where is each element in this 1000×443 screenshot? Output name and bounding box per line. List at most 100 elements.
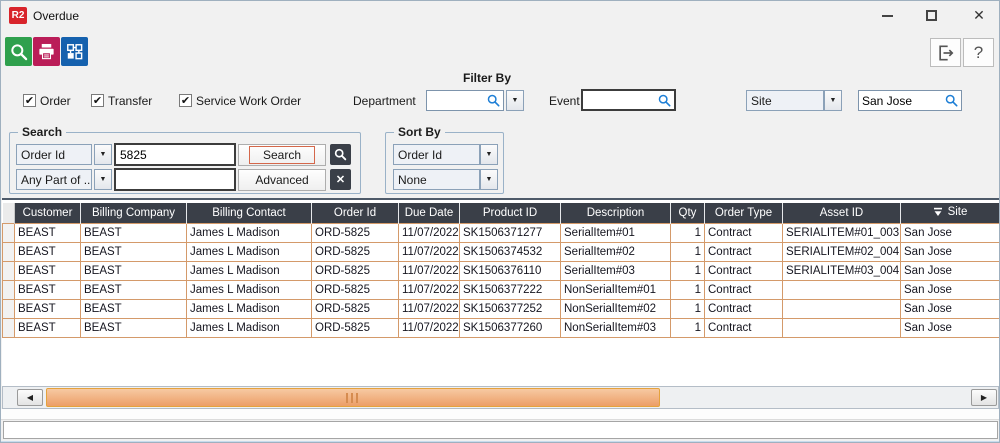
grid-row[interactable]: BEAST BEAST James L Madison ORD-5825 11/…: [3, 280, 1000, 299]
grid-header-billing-company[interactable]: Billing Company: [81, 203, 187, 223]
help-icon: ?: [974, 43, 983, 63]
search-value-input-2[interactable]: [114, 168, 236, 191]
grid-header-billing-contact[interactable]: Billing Contact: [187, 203, 312, 223]
site-dropdown-value: Site: [746, 90, 824, 111]
search-button[interactable]: Search: [238, 144, 326, 166]
grid-header-description[interactable]: Description: [561, 203, 671, 223]
minimize-icon: [882, 15, 893, 17]
service-work-order-checkbox[interactable]: ✔: [179, 94, 192, 107]
chevron-down-icon: ▼: [512, 97, 519, 104]
grid-header-customer[interactable]: Customer: [15, 203, 81, 223]
grid-header-product-id[interactable]: Product ID: [460, 203, 561, 223]
grid-header-asset-id[interactable]: Asset ID: [783, 203, 901, 223]
check-icon: ✔: [25, 96, 34, 106]
sortby-groupbox: Sort By Order Id ▼ None ▼: [385, 132, 504, 194]
scroll-left-button[interactable]: ◀: [17, 389, 43, 406]
search-icon: [945, 94, 958, 107]
search-value-input-1[interactable]: [114, 143, 236, 166]
sort-primary-value: Order Id: [393, 144, 480, 165]
search-field-selector-1-value: Order Id: [16, 144, 92, 165]
site-search-input[interactable]: [862, 94, 945, 108]
exit-icon: [936, 43, 956, 63]
sort-secondary-value: None: [393, 169, 480, 190]
department-label: Department: [353, 93, 416, 109]
search-field-selector-2-button[interactable]: ▼: [94, 169, 112, 190]
search-icon: [487, 94, 500, 107]
sort-primary-dropdown[interactable]: Order Id ▼: [393, 144, 498, 165]
print-tool-button[interactable]: [33, 37, 60, 66]
maximize-icon: [926, 10, 937, 21]
department-field[interactable]: [426, 90, 504, 111]
titlebar: R2 Overdue ✕: [1, 1, 1000, 30]
sortby-groupbox-legend: Sort By: [394, 125, 445, 139]
grid-row[interactable]: BEAST BEAST James L Madison ORD-5825 11/…: [3, 223, 1000, 242]
sort-secondary-dropdown[interactable]: None ▼: [393, 169, 498, 190]
grid-header-row: Customer Billing Company Billing Contact…: [3, 203, 1000, 223]
grid-header-due-date[interactable]: Due Date: [399, 203, 460, 223]
search-icon: [658, 94, 671, 107]
search-groupbox: Search Order Id ▼ Search Any Part of ...…: [9, 132, 361, 194]
scroll-left-icon: ◀: [27, 393, 33, 402]
app-logo-icon: R2: [9, 7, 27, 24]
workflow-icon: [65, 42, 84, 61]
event-field[interactable]: [581, 89, 676, 111]
quick-search-button[interactable]: [330, 144, 351, 165]
search-field-selector-1[interactable]: Order Id ▼: [16, 144, 112, 165]
event-label: Event: [549, 93, 580, 109]
grid-header-qty[interactable]: Qty: [671, 203, 705, 223]
transfer-checkbox-label[interactable]: Transfer: [108, 93, 152, 109]
minimize-button[interactable]: [872, 3, 902, 28]
advanced-button-label: Advanced: [255, 173, 308, 187]
grid-row[interactable]: BEAST BEAST James L Madison ORD-5825 11/…: [3, 242, 1000, 261]
site-search-field[interactable]: [858, 90, 962, 111]
site-dropdown[interactable]: Site ▼: [746, 90, 842, 111]
grid-header-order-id[interactable]: Order Id: [312, 203, 399, 223]
scrollbar-thumb[interactable]: [46, 388, 660, 407]
site-dropdown-button[interactable]: ▼: [824, 90, 842, 111]
search-groupbox-legend: Search: [18, 125, 66, 139]
event-input[interactable]: [586, 93, 658, 107]
search-field-selector-1-button[interactable]: ▼: [94, 144, 112, 165]
status-message-bar: [3, 421, 998, 439]
close-button[interactable]: ✕: [964, 3, 994, 28]
results-grid: Customer Billing Company Billing Contact…: [2, 198, 999, 386]
sort-secondary-button[interactable]: ▼: [480, 169, 498, 190]
printer-icon: [37, 42, 56, 61]
grid-header-selector: [3, 203, 15, 223]
chevron-down-icon: ▼: [486, 176, 493, 183]
service-work-order-checkbox-label[interactable]: Service Work Order: [196, 93, 301, 109]
scroll-right-icon: ▶: [981, 393, 987, 402]
chevron-down-icon: ▼: [100, 151, 107, 158]
chevron-down-icon: ▼: [830, 97, 837, 104]
workflow-tool-button[interactable]: [61, 37, 88, 66]
scroll-right-button[interactable]: ▶: [971, 389, 997, 406]
order-checkbox[interactable]: ✔: [23, 94, 36, 107]
status-strip: [1, 409, 1000, 420]
horizontal-scrollbar[interactable]: ◀ ▶: [2, 386, 999, 409]
check-icon: ✔: [93, 96, 102, 106]
department-dropdown-button[interactable]: ▼: [506, 90, 524, 111]
search-tool-button[interactable]: [5, 37, 32, 66]
transfer-checkbox[interactable]: ✔: [91, 94, 104, 107]
maximize-button[interactable]: [916, 3, 946, 28]
search-field-selector-2-value: Any Part of ...: [16, 169, 92, 190]
grid-row[interactable]: BEAST BEAST James L Madison ORD-5825 11/…: [3, 261, 1000, 280]
sort-descending-icon: [933, 207, 943, 217]
chevron-down-icon: ▼: [486, 151, 493, 158]
scrollbar-grip-icon: [346, 393, 360, 403]
order-checkbox-label[interactable]: Order: [40, 93, 71, 109]
help-button[interactable]: ?: [963, 38, 994, 67]
sort-primary-button[interactable]: ▼: [480, 144, 498, 165]
clear-search-button[interactable]: ✕: [330, 169, 351, 190]
grid-row[interactable]: BEAST BEAST James L Madison ORD-5825 11/…: [3, 299, 1000, 318]
close-icon: ✕: [973, 7, 985, 24]
grid-header-order-type[interactable]: Order Type: [705, 203, 783, 223]
grid-header-site[interactable]: Site: [901, 203, 1000, 223]
filter-by-label: Filter By: [463, 71, 511, 85]
exit-button[interactable]: [930, 38, 961, 67]
grid-row[interactable]: BEAST BEAST James L Madison ORD-5825 11/…: [3, 318, 1000, 337]
advanced-button[interactable]: Advanced: [238, 169, 326, 191]
search-field-selector-2[interactable]: Any Part of ... ▼: [16, 169, 112, 190]
search-icon: [9, 42, 29, 62]
department-input[interactable]: [430, 94, 487, 108]
